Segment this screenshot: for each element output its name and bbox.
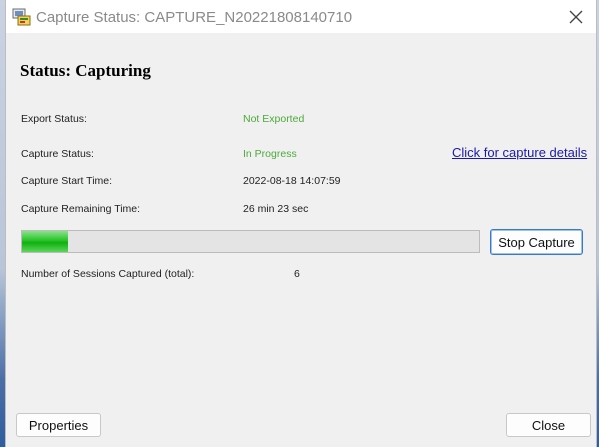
status-heading: Status: Capturing: [20, 61, 151, 80]
capture-status-value: In Progress: [243, 148, 297, 160]
capture-details-link[interactable]: Click for capture details: [452, 145, 587, 160]
capture-progress-bar: [21, 230, 480, 253]
stop-capture-button[interactable]: Stop Capture: [490, 229, 583, 255]
properties-button[interactable]: Properties: [16, 413, 101, 437]
sessions-captured-value: 6: [294, 268, 300, 280]
export-status-label: Export Status:: [21, 113, 87, 125]
close-button[interactable]: Close: [506, 413, 591, 437]
capture-status-dialog: Capture Status: CAPTURE_N20221808140710 …: [5, 0, 597, 447]
remaining-time-value: 26 min 23 sec: [243, 203, 309, 215]
capture-status-label: Capture Status:: [21, 148, 94, 160]
capture-app-icon: [12, 8, 31, 26]
remaining-time-label: Capture Remaining Time:: [21, 203, 141, 215]
start-time-value: 2022-08-18 14:07:59: [243, 175, 341, 187]
window-title: Capture Status: CAPTURE_N20221808140710: [36, 9, 353, 26]
close-icon[interactable]: [562, 4, 590, 30]
start-time-label: Capture Start Time:: [21, 175, 113, 187]
export-status-value: Not Exported: [243, 113, 305, 125]
sessions-captured-label: Number of Sessions Captured (total):: [21, 268, 195, 280]
title-bar[interactable]: Capture Status: CAPTURE_N20221808140710: [6, 0, 596, 33]
capture-progress-fill: [22, 231, 68, 252]
